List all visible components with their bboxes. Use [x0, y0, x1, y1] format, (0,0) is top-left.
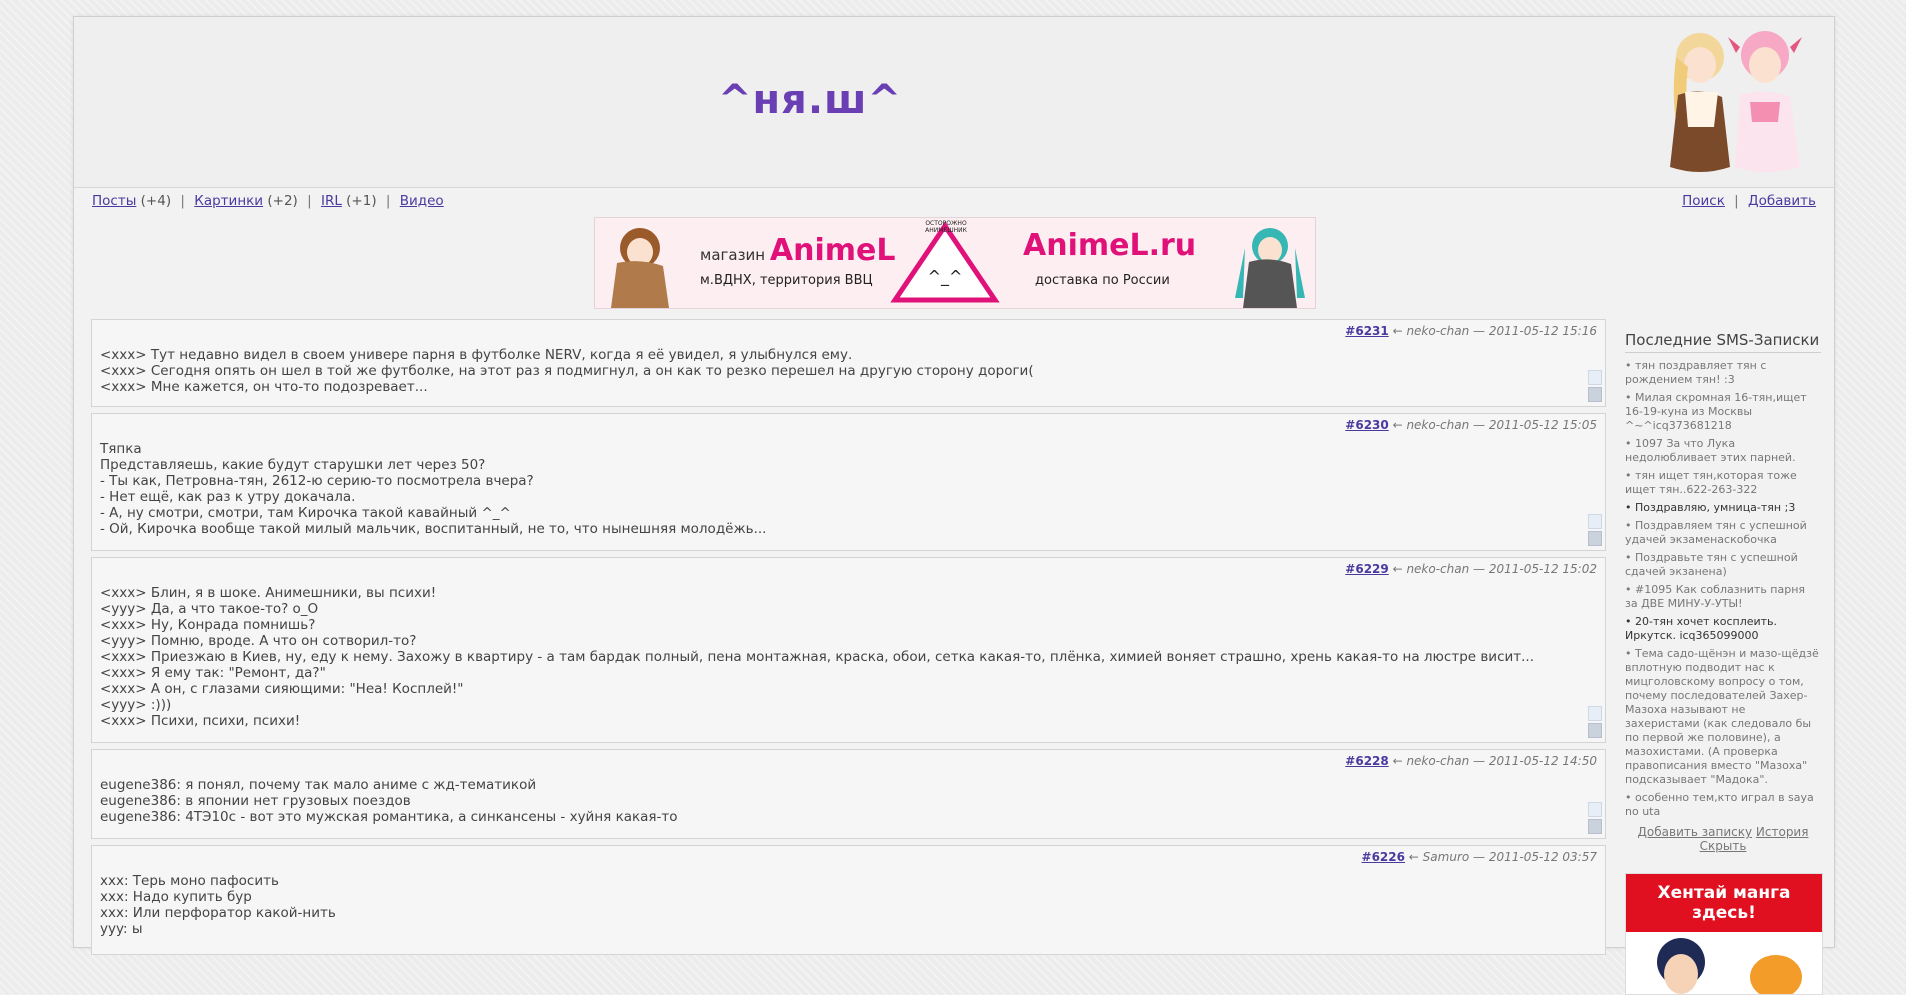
nav-separator: | [180, 193, 185, 209]
nav-posts-link[interactable]: Посты [92, 193, 136, 209]
post-id-link[interactable]: #6229 [1345, 562, 1388, 576]
anime-girls-illustration [1640, 17, 1830, 187]
sms-note: • особенно тем,кто играл в saya no uta [1625, 791, 1814, 818]
post: #6226 ← Samuro — 2011-05-12 03:57 xxx: Т… [91, 845, 1606, 955]
post-id-link[interactable]: #6228 [1345, 754, 1388, 768]
sms-note: • Поздравляю, умница-тян ;3 [1625, 501, 1796, 514]
post-date: 2011-05-12 15:16 [1488, 324, 1597, 338]
post: #6228 ← neko-chan — 2011-05-12 14:50 eug… [91, 749, 1606, 839]
post-author: neko-chan [1406, 418, 1470, 432]
sms-note: • тян поздравляет тян с рождением тян! :… [1625, 359, 1767, 386]
vote-down-icon[interactable] [1588, 387, 1602, 402]
nav-separator: | [385, 193, 391, 209]
sms-note: • 1097 За что Лука недолюбливает этих па… [1625, 437, 1796, 464]
post-meta: #6231 ← neko-chan — 2011-05-12 15:16 [1345, 324, 1597, 338]
vote-controls [1588, 706, 1602, 738]
post-author: neko-chan [1406, 324, 1470, 338]
post-body: eugene386: я понял, почему так мало аним… [100, 777, 678, 825]
banner-character-right [1235, 228, 1305, 308]
banner-shop-name: магазин AnimeL [700, 233, 896, 268]
manga-ad-title: Хентай манга здесь! [1626, 874, 1822, 932]
post: #6229 ← neko-chan — 2011-05-12 15:02 <xx… [91, 557, 1606, 743]
vote-down-icon[interactable] [1588, 723, 1602, 738]
post-date: 2011-05-12 03:57 [1488, 850, 1597, 864]
page-container: ^ня.ш^ Посты (+4) | Картинки (+2) | IRL … [73, 16, 1835, 995]
vote-up-icon[interactable] [1588, 706, 1602, 721]
sms-notes-title: Последние SMS-Записки [1625, 331, 1821, 353]
post-author: neko-chan [1406, 562, 1470, 576]
nav-pictures-count: (+2) [267, 193, 298, 209]
sms-note: • Тема садо-щёнэн и мазо-щёдзё вплотную … [1625, 647, 1819, 786]
nav-posts-count: (+4) [140, 193, 172, 209]
hide-link[interactable]: Скрыть [1700, 839, 1747, 853]
banner-site: AnimeL.ru [1023, 228, 1197, 263]
header: ^ня.ш^ [74, 17, 1834, 188]
warning-sign-caption: ОСТОРОЖНО АНИМЕШНИК [925, 220, 967, 234]
banner-address: м.ВДНХ, территория ВВЦ [700, 273, 873, 288]
post-body: <xxx> Тут недавно видел в своем универе … [100, 347, 1034, 395]
banner-shop-label: магазин [700, 246, 766, 264]
nav-separator: | [1734, 193, 1739, 209]
post-date: 2011-05-12 14:50 [1488, 754, 1597, 768]
vote-down-icon[interactable] [1588, 531, 1602, 546]
nav-video-link[interactable]: Видео [400, 193, 444, 209]
nav-pictures-link[interactable]: Картинки [194, 193, 263, 209]
post-author: Samuro [1422, 850, 1470, 864]
vote-up-icon[interactable] [1588, 802, 1602, 817]
vote-up-icon[interactable] [1588, 370, 1602, 385]
post-body: xxx: Терь моно пафосить xxx: Надо купить… [100, 873, 336, 937]
sms-note: • Поздравляем тян с успешной удачей экза… [1625, 519, 1807, 546]
sms-note: • 20-тян хочет косплеить. Иркутск. icq36… [1625, 615, 1778, 642]
add-note-link[interactable]: Добавить записку [1638, 825, 1753, 839]
nav-separator: | [307, 193, 312, 209]
vote-controls [1588, 370, 1602, 402]
post-meta: #6230 ← neko-chan — 2011-05-12 15:05 [1345, 418, 1597, 432]
post-id-link[interactable]: #6230 [1345, 418, 1388, 432]
post: #6231 ← neko-chan — 2011-05-12 15:16 <xx… [91, 319, 1606, 407]
vote-down-icon[interactable] [1588, 819, 1602, 834]
shop-banner[interactable]: магазин AnimeL м.ВДНХ, территория ВВЦ ^_… [594, 217, 1316, 309]
post-meta: #6226 ← Samuro — 2011-05-12 03:57 [1361, 850, 1597, 864]
post-date: 2011-05-12 15:05 [1488, 418, 1597, 432]
search-link[interactable]: Поиск [1682, 193, 1725, 209]
nav-actions: Поиск | Добавить [1682, 193, 1816, 209]
post-meta: #6229 ← neko-chan — 2011-05-12 15:02 [1345, 562, 1597, 576]
post-author: neko-chan [1406, 754, 1470, 768]
main-nav: Посты (+4) | Картинки (+2) | IRL (+1) | … [92, 193, 444, 209]
post-meta: #6228 ← neko-chan — 2011-05-12 14:50 [1345, 754, 1597, 768]
post-id-link[interactable]: #6226 [1362, 850, 1405, 864]
post-id-link[interactable]: #6231 [1345, 324, 1388, 338]
sms-note: • Поздравьте тян с успешной сдачей экзан… [1625, 551, 1798, 578]
vote-up-icon[interactable] [1588, 514, 1602, 529]
nav-irl-count: (+1) [346, 193, 377, 209]
vote-controls [1588, 802, 1602, 834]
post-date: 2011-05-12 15:02 [1488, 562, 1597, 576]
nav-irl-link[interactable]: IRL [321, 193, 342, 209]
sidebar: Последние SMS-Записки • тян поздравляет … [1625, 319, 1823, 995]
posts-feed: #6231 ← neko-chan — 2011-05-12 15:16 <xx… [91, 319, 1606, 961]
manga-ad-illustration [1626, 932, 1822, 994]
sms-note: • Милая скромная 16-тян,ищет 16-19-куна … [1625, 391, 1807, 432]
sms-actions: Добавить записку История Скрыть [1625, 825, 1821, 853]
warning-face: ^_^ [928, 267, 963, 287]
post-body: <xxx> Блин, я в шоке. Анимешники, вы пси… [100, 585, 1535, 729]
sms-note: • тян ищет тян,которая тоже ищет тян..62… [1625, 469, 1797, 496]
banner-character-left [611, 228, 669, 308]
banner-brand: AnimeL [769, 233, 896, 268]
vote-controls [1588, 514, 1602, 546]
manga-ad[interactable]: Хентай манга здесь! [1625, 873, 1823, 995]
add-link[interactable]: Добавить [1748, 193, 1816, 209]
site-logo[interactable]: ^ня.ш^ [718, 77, 902, 123]
post-body: Тяпка Представляешь, какие будут старушк… [100, 441, 767, 537]
sms-note: • #1095 Как соблазнить парня за ДВЕ МИНУ… [1625, 583, 1806, 610]
banner-delivery: доставка по России [1035, 273, 1170, 288]
history-link[interactable]: История [1756, 825, 1809, 839]
sms-notes-list: • тян поздравляет тян с рождением тян! :… [1625, 359, 1821, 819]
post: #6230 ← neko-chan — 2011-05-12 15:05 Тяп… [91, 413, 1606, 551]
